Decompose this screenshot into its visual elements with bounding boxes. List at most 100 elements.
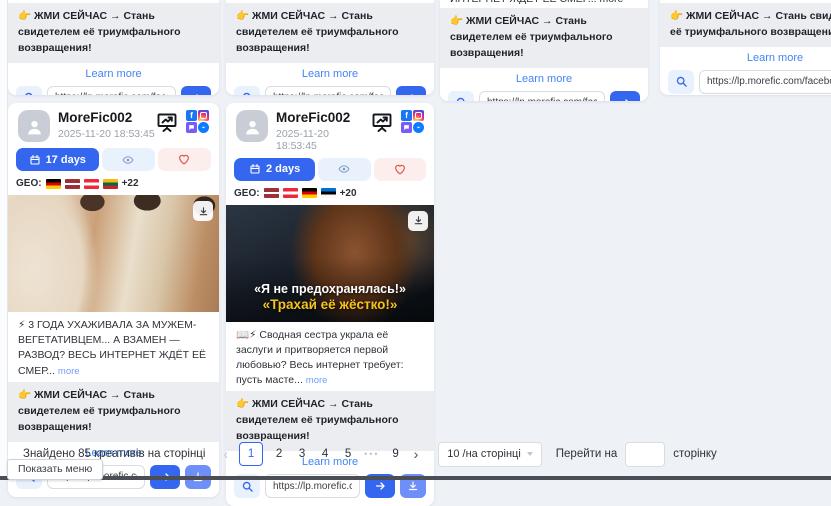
duration-badge[interactable]: 2 days	[234, 158, 315, 181]
badge-row: 2 days	[226, 155, 434, 181]
landing-url-input[interactable]	[47, 86, 176, 95]
audience-network-icon	[186, 122, 197, 133]
creative-image[interactable]	[8, 195, 219, 312]
page-button-4[interactable]: 4	[318, 448, 332, 460]
search-icon	[675, 75, 688, 88]
heart-icon	[177, 153, 191, 166]
ad-banner-text: 👉 ЖМИ СЕЙЧАС → Стань свидетелем её триум…	[8, 382, 219, 442]
avatar	[18, 110, 50, 142]
ad-text: 📖⚡ Сводная сестра украла её заслуги и пр…	[226, 322, 434, 392]
search-button[interactable]	[668, 70, 694, 94]
instagram-icon	[198, 110, 209, 121]
geo-row: GEO: +20	[226, 181, 434, 205]
views-button[interactable]	[102, 148, 155, 171]
goto-page-label: Перейти на	[556, 448, 618, 460]
more-link[interactable]: more	[306, 375, 328, 386]
search-button[interactable]	[16, 86, 42, 95]
flag-germany-icon	[302, 188, 317, 198]
platform-icons: f	[401, 110, 424, 133]
learn-more-link[interactable]: Learn more	[660, 52, 831, 64]
image-caption: «Я не предохранялась!» «Трахай её жёстко…	[226, 282, 434, 312]
ad-text: ⚡ 3 ГОДА УХАЖИВАЛА ЗА МУЖЕМ-ВЕГЕТАТИВЦЕМ…	[8, 312, 219, 382]
heart-icon	[393, 163, 407, 176]
audience-network-icon	[401, 122, 412, 133]
arrow-right-icon	[619, 97, 632, 101]
platform-icons: f	[186, 110, 209, 133]
page-list: ‹ 1 2 3 4 5 ••• 9 ›	[221, 442, 420, 466]
prev-page-button[interactable]: ‹	[221, 446, 230, 462]
learn-more-link[interactable]: Learn more	[8, 68, 219, 80]
creative-column-4: ИНТЕРНЕТ ЖДЁТ ЕЁ СМЕР... more 👉 ЖМИ СЕЙЧ…	[660, 0, 831, 95]
eye-icon	[337, 163, 351, 175]
more-link[interactable]: more	[58, 366, 80, 377]
advertiser-name: MoreFic002	[58, 110, 155, 126]
page-button-9[interactable]: 9	[389, 448, 403, 460]
creative-column-2: ИНТЕРНЕТ ЖДЁТ ЕЁ СМЕР... more 👉 ЖМИ СЕЙЧ…	[226, 0, 434, 506]
window-bottom-edge	[0, 476, 831, 480]
per-page-select[interactable]: 10 /на сторінці	[438, 442, 542, 467]
creative-datetime: 2025-11-20 18:53:45	[58, 128, 155, 140]
landing-url-row	[660, 68, 831, 95]
pagination-bar: Знайдено 85 креативів на сторінці ‹ 1 2 …	[8, 441, 828, 467]
geo-more-count[interactable]: +20	[340, 188, 357, 199]
badge-row: 17 days	[8, 145, 219, 171]
landing-url-input[interactable]	[479, 91, 605, 101]
creative-header: MoreFic002 2025-11-20 18:53:45 f	[8, 103, 219, 145]
search-button[interactable]	[448, 91, 474, 101]
page-button-3[interactable]: 3	[295, 448, 309, 460]
chevron-down-icon	[527, 452, 533, 456]
creative-image[interactable]: «Я не предохранялась!» «Трахай её жёстко…	[226, 205, 434, 322]
favorite-button[interactable]	[158, 148, 211, 171]
avatar	[236, 110, 268, 142]
show-menu-button[interactable]: Показать меню	[7, 459, 103, 480]
creative-card-1: MoreFic002 2025-11-20 18:53:45 f 17 days…	[8, 103, 219, 497]
creative-header: MoreFic002 2025-11-20 18:53:45 f	[226, 103, 434, 155]
flag-estonia-icon	[321, 188, 336, 198]
landing-url-row	[226, 84, 434, 95]
search-button[interactable]	[234, 86, 260, 95]
presentation-chart-icon[interactable]	[370, 110, 394, 134]
arrow-right-icon	[405, 92, 418, 95]
messenger-icon	[413, 122, 424, 133]
presentation-chart-icon[interactable]	[155, 110, 179, 134]
next-page-button[interactable]: ›	[412, 446, 421, 462]
favorite-button[interactable]	[374, 158, 426, 181]
learn-more-link[interactable]: Learn more	[440, 73, 648, 85]
search-icon	[241, 480, 254, 493]
geo-more-count[interactable]: +22	[122, 178, 139, 189]
goto-page-input[interactable]	[625, 442, 665, 467]
views-button[interactable]	[318, 158, 370, 181]
download-icon	[407, 480, 419, 492]
open-url-button[interactable]	[610, 91, 640, 101]
facebook-icon: f	[401, 110, 412, 121]
ad-banner-text: 👉 ЖМИ СЕЙЧАС → Стань свидетелем её триум…	[226, 3, 434, 63]
flag-latvia-icon	[264, 188, 279, 198]
clipped-ad-text: ИНТЕРНЕТ ЖДЁТ ЕЁ СМЕР... more	[440, 0, 648, 8]
landing-url-input[interactable]	[265, 86, 391, 95]
arrow-right-icon	[190, 92, 203, 95]
flag-lithuania-icon	[103, 179, 118, 189]
image-caption-line-2: «Трахай её жёстко!»	[226, 297, 434, 312]
page-button-1[interactable]: 1	[239, 442, 263, 466]
open-url-button[interactable]	[396, 86, 426, 95]
page-button-5[interactable]: 5	[341, 448, 355, 460]
flag-germany-icon	[46, 179, 61, 189]
page-button-2[interactable]: 2	[272, 448, 286, 460]
person-icon	[243, 117, 262, 136]
landing-url-row	[440, 89, 648, 101]
duration-badge[interactable]: 17 days	[16, 148, 99, 171]
open-url-button[interactable]	[181, 86, 211, 95]
calendar-icon	[249, 163, 261, 175]
creative-card-partial-1: ИНТЕРНЕТ ЖДЁТ ЕЁ СМЕР... more 👉 ЖМИ СЕЙЧ…	[8, 0, 219, 95]
learn-more-link[interactable]: Learn more	[226, 68, 434, 80]
flag-austria-icon	[84, 179, 99, 189]
image-caption-line-1: «Я не предохранялась!»	[226, 282, 434, 296]
creative-datetime: 2025-11-20 18:53:45	[276, 128, 370, 152]
arrow-right-icon	[374, 480, 387, 492]
creative-column-3: ИНТЕРНЕТ ЖДЁТ ЕЁ СМЕР... more 👉 ЖМИ СЕЙЧ…	[440, 0, 648, 101]
landing-url-input[interactable]	[699, 70, 831, 94]
image-download-button[interactable]	[193, 201, 213, 221]
goto-page-suffix: сторінку	[673, 448, 717, 460]
image-download-button[interactable]	[408, 211, 428, 231]
creative-column-1: ИНТЕРНЕТ ЖДЁТ ЕЁ СМЕР... more 👉 ЖМИ СЕЙЧ…	[8, 0, 219, 497]
